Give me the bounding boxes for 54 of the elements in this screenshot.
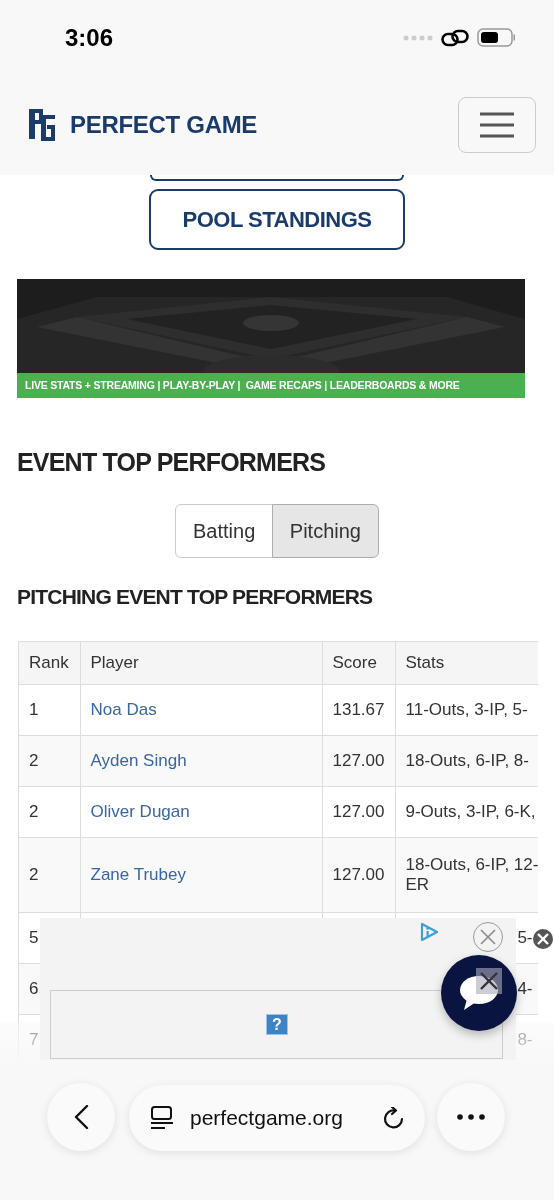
- column-header: Rank: [29, 653, 69, 672]
- table-cell: 9-Outs, 3-IP, 6-K,: [405, 802, 536, 821]
- tab[interactable]: Pitching: [271, 504, 379, 558]
- back-icon: [73, 1105, 89, 1129]
- player-link[interactable]: Oliver Dugan: [90, 802, 190, 821]
- table-cell: 127.00: [332, 751, 385, 770]
- link-icon: [441, 28, 469, 47]
- brand-name: PERFECT GAME: [70, 111, 258, 139]
- table-cell: 8-: [517, 1030, 533, 1049]
- table-cell: 2: [29, 802, 39, 821]
- table-cell: 18-Outs, 6-IP, 12- ER: [405, 855, 538, 894]
- adchoices-icon: [419, 921, 439, 943]
- table-cell: 2: [29, 751, 39, 770]
- column-header: Score: [332, 653, 377, 672]
- nav-button[interactable]: POOL STANDINGS: [149, 189, 405, 250]
- section-heading: PITCHING EVENT TOP PERFORMERS: [17, 584, 374, 610]
- url-text: perfectgame.org: [190, 1106, 344, 1130]
- table-cell: 127.00: [332, 802, 385, 821]
- table-cell: 5-: [517, 928, 533, 947]
- menu-button[interactable]: [458, 97, 536, 153]
- table-cell: 6: [29, 979, 39, 998]
- reload-icon: [383, 1106, 405, 1130]
- broken-image-icon: ?: [266, 1014, 288, 1035]
- tab[interactable]: Batting: [175, 504, 274, 558]
- more-icon: [457, 1114, 485, 1120]
- table-cell: 5: [29, 928, 39, 947]
- column-header: Stats: [405, 653, 445, 672]
- address-bar[interactable]: perfectgame.org: [129, 1085, 425, 1151]
- close-icon: [480, 972, 498, 990]
- status-time: 3:06: [65, 23, 114, 52]
- menu-icon: [480, 112, 514, 138]
- chat-icon: [459, 975, 499, 1011]
- table-cell: 1: [29, 700, 39, 719]
- table-cell: 2: [29, 865, 39, 884]
- close-icon: [480, 929, 496, 945]
- battery-icon: [477, 28, 516, 47]
- table-cell: 127.00: [332, 865, 385, 884]
- banner-caption: LIVE STATS + STREAMING | PLAY-BY-PLAY | GAME RECAPS | LEADERBOARDS & MORE: [17, 373, 525, 398]
- close-icon: [537, 933, 549, 945]
- section-heading: EVENT TOP PERFORMERS: [17, 447, 327, 478]
- logo-icon: [28, 107, 56, 143]
- table-cell: 18-Outs, 6-IP, 8-: [405, 751, 529, 770]
- player-link[interactable]: Ayden Singh: [90, 751, 187, 770]
- reader-icon: [151, 1106, 173, 1130]
- signal-icon: [403, 34, 433, 41]
- table-cell: 4-: [517, 979, 533, 998]
- player-link[interactable]: Zane Trubey: [90, 865, 186, 884]
- column-header: Player: [90, 653, 139, 672]
- table-cell: 7: [29, 1030, 39, 1049]
- table-cell: 131.67: [332, 700, 385, 719]
- player-link[interactable]: Noa Das: [90, 700, 157, 719]
- nav-button[interactable]: [150, 175, 404, 181]
- table-cell: 11-Outs, 3-IP, 5-: [405, 700, 528, 719]
- close-button[interactable]: [476, 968, 502, 994]
